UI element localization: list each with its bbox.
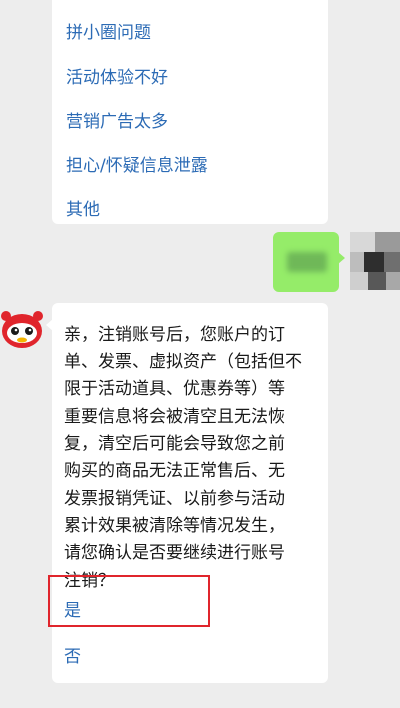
pixelated-avatar-icon[interactable] — [350, 232, 400, 290]
blurred-message-text — [287, 252, 327, 272]
message-line: 单、发票、虚拟资产（包括但不 — [64, 352, 302, 372]
message-line: 复，清空后可能会导致您之前 — [64, 434, 285, 454]
answer-no-link[interactable]: 否 — [64, 642, 81, 667]
option-privacy-leak[interactable]: 担心/怀疑信息泄露 — [66, 151, 208, 176]
message-line: 发票报销凭证、以前参与活动 — [64, 489, 285, 509]
message-line: 累计效果被清除等情况发生， — [64, 516, 285, 536]
option-too-many-ads[interactable]: 营销广告太多 — [66, 107, 168, 132]
message-line: 限于活动道具、优惠券等）等 — [64, 379, 285, 399]
outgoing-message-bubble[interactable] — [273, 232, 345, 292]
red-mascot-avatar-icon[interactable] — [0, 301, 44, 355]
message-line: 重要信息将会被清空且无法恢 — [64, 407, 285, 427]
message-line: 请您确认是否要继续进行账号 — [64, 543, 285, 563]
option-activity-experience[interactable]: 活动体验不好 — [66, 63, 168, 88]
message-line: 购买的商品无法正常售后、无 — [64, 461, 285, 481]
options-bubble: 拼小圈问题 活动体验不好 营销广告太多 担心/怀疑信息泄露 其他 — [52, 0, 328, 224]
option-pinxiaoquan[interactable]: 拼小圈问题 — [66, 18, 151, 43]
answer-yes-link[interactable]: 是 — [64, 596, 81, 621]
message-line: 亲，注销账号后，您账户的订 — [64, 325, 285, 345]
option-other[interactable]: 其他 — [66, 195, 100, 220]
